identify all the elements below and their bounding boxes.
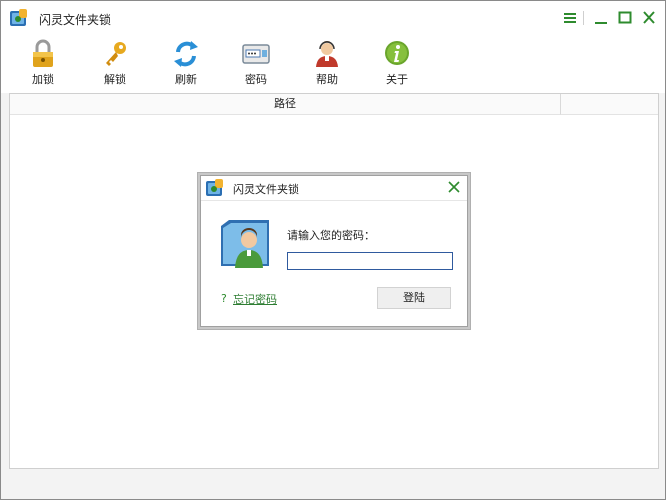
about-label: 关于: [386, 73, 408, 86]
svg-text:?: ?: [221, 292, 227, 304]
forgot-password-label[interactable]: 忘记密码: [233, 291, 277, 307]
title-bar: 闪灵文件夹锁: [1, 1, 665, 35]
refresh-button[interactable]: 刷新: [156, 39, 216, 91]
password-input[interactable]: [287, 252, 453, 270]
app-logo-icon: [9, 8, 29, 28]
help-label: 帮助: [316, 73, 338, 86]
column-header-path[interactable]: 路径: [10, 94, 561, 115]
info-icon: [385, 41, 409, 65]
question-icon: ?: [219, 292, 231, 305]
lock-label: 加锁: [32, 73, 54, 86]
close-icon[interactable]: [640, 9, 658, 27]
help-button[interactable]: 帮助: [297, 39, 357, 91]
dialog-title: 闪灵文件夹锁: [233, 183, 299, 196]
refresh-icon: [174, 41, 198, 67]
user-folder-avatar-icon: [219, 216, 271, 272]
dialog-title-bar: 闪灵文件夹锁: [201, 176, 467, 201]
login-button[interactable]: 登陆: [377, 287, 451, 309]
password-label: 密码: [245, 73, 267, 86]
lock-button[interactable]: 加锁: [13, 39, 73, 91]
password-dialog: 闪灵文件夹锁 请输入您的密码： ? 忘记密码 登陆: [200, 175, 468, 327]
toolbar: 加锁 解锁 刷新 密码 帮助 关于: [1, 35, 665, 93]
menu-icon[interactable]: [561, 9, 579, 27]
unlock-label: 解锁: [104, 73, 126, 86]
password-button[interactable]: 密码: [226, 39, 286, 91]
padlock-icon: [33, 39, 53, 67]
title-separator: [583, 11, 584, 25]
password-icon: [242, 44, 270, 64]
refresh-label: 刷新: [175, 73, 197, 86]
dialog-close-icon[interactable]: [447, 180, 461, 194]
about-button[interactable]: 关于: [367, 39, 427, 91]
help-agent-icon: [316, 41, 338, 67]
minimize-icon[interactable]: [592, 9, 610, 27]
password-prompt: 请输入您的密码：: [287, 229, 375, 242]
key-icon: [106, 42, 126, 66]
unlock-button[interactable]: 解锁: [85, 39, 145, 91]
app-logo-icon: [205, 178, 225, 198]
status-bar: [9, 471, 657, 491]
window-title: 闪灵文件夹锁: [39, 13, 112, 27]
maximize-icon[interactable]: [616, 9, 634, 27]
column-header-filler: [561, 94, 658, 115]
